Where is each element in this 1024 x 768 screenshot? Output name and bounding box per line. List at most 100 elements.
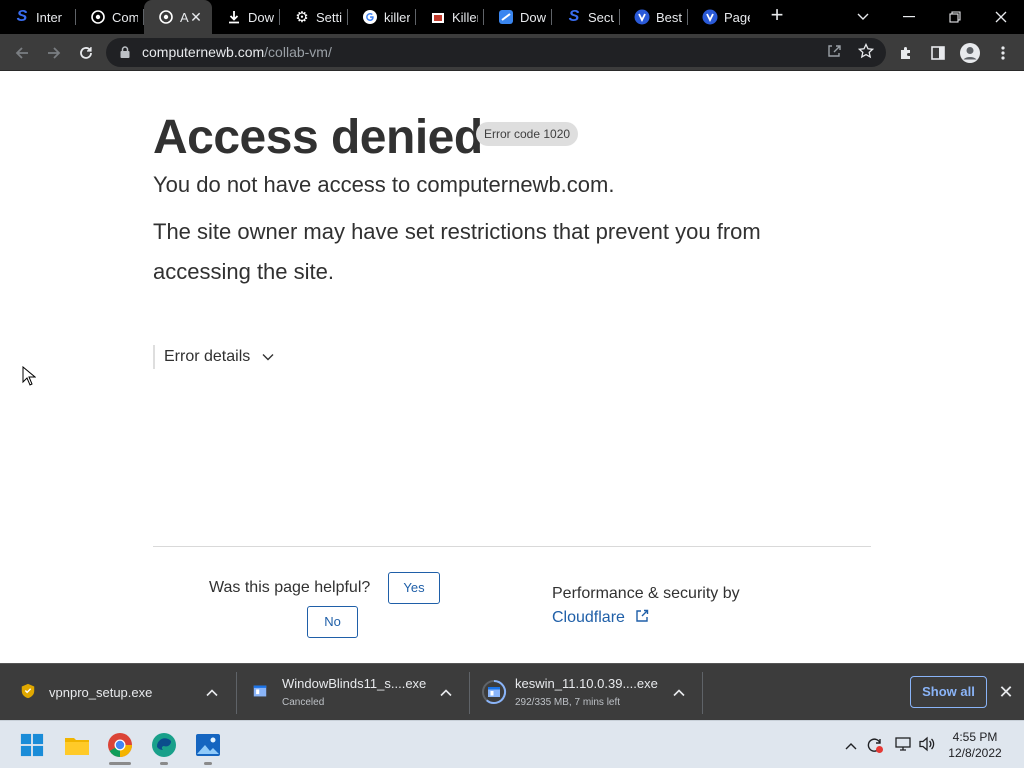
menu-button[interactable] [990, 40, 1016, 66]
tab-7[interactable]: Down [484, 0, 552, 34]
show-hidden-icons-icon[interactable] [842, 736, 860, 754]
extensions-button[interactable] [893, 40, 919, 66]
show-all-button[interactable]: Show all [910, 676, 987, 708]
installer-file-icon [253, 685, 267, 697]
forward-button[interactable] [41, 40, 67, 66]
tab-5[interactable]: killer [348, 0, 416, 34]
restore-button[interactable] [932, 0, 978, 34]
photos-icon[interactable] [195, 732, 221, 758]
running-app-indicator [204, 762, 212, 765]
close-tab-icon[interactable]: ✕ [188, 9, 204, 25]
windows-start-icon[interactable] [20, 733, 44, 757]
tab-strip: S Intern Comp A ✕ Down ⚙ Settin killer [0, 0, 1024, 34]
cloudflare-bot-icon [90, 9, 106, 25]
forward-arrow-icon [48, 47, 61, 59]
url-text[interactable]: computernewb.com/collab-vm/ [142, 44, 332, 60]
s-logo-icon: S [568, 8, 580, 25]
tab-title: Killer [452, 9, 478, 25]
reload-icon [80, 47, 92, 59]
volume-icon[interactable] [918, 736, 936, 754]
chevron-up-icon[interactable] [439, 686, 453, 700]
close-window-button[interactable] [978, 0, 1024, 34]
puzzle-icon [901, 47, 910, 59]
download-filename: WindowBlinds11_s....exe [282, 676, 427, 691]
back-button[interactable] [9, 40, 35, 66]
download-separator [702, 672, 703, 714]
page-title: Access denied [153, 111, 483, 164]
cloudflare-bot-icon [158, 9, 174, 25]
download-progress-icon [482, 679, 506, 704]
bookmark-star-icon[interactable] [856, 42, 876, 63]
tab-2-active[interactable]: A ✕ [144, 0, 212, 34]
download-item-0[interactable]: vpnpro_setup.exe [0, 664, 236, 721]
reload-button[interactable] [73, 40, 99, 66]
gear-icon: ⚙ [295, 9, 309, 26]
tab-8[interactable]: S Secur [552, 0, 620, 34]
tab-title: killer [384, 9, 410, 25]
side-panel-button[interactable] [925, 40, 951, 66]
address-bar[interactable]: computernewb.com/collab-vm/ [106, 38, 886, 67]
error-code-badge: Error code 1020 [476, 122, 579, 146]
tab-10[interactable]: Page [688, 0, 756, 34]
side-panel-icon [931, 46, 945, 60]
tab-search-button[interactable] [840, 0, 886, 34]
new-tab-button[interactable]: + [766, 4, 788, 27]
tab-title: Down [520, 9, 546, 25]
tab-0[interactable]: S Intern [0, 0, 76, 34]
tab-6[interactable]: Killer [416, 0, 484, 34]
cloudflare-link[interactable]: Cloudflare [552, 609, 649, 627]
more-vert-icon [1001, 46, 1005, 60]
mouse-cursor-icon [22, 366, 36, 386]
tab-title: Best [656, 9, 682, 25]
external-link-icon [636, 609, 649, 622]
chevron-up-icon[interactable] [205, 686, 219, 700]
minimize-button[interactable] [886, 0, 932, 34]
chrome-icon[interactable] [107, 732, 133, 758]
restriction-message: The site owner may have set restrictions… [153, 219, 761, 284]
download-item-2[interactable]: keswin_11.10.0.39....exe 292/335 MB, 7 m… [470, 664, 702, 721]
tab-title: Settin [316, 9, 342, 25]
clock-time: 4:55 PM [952, 730, 998, 744]
download-status: Canceled [282, 697, 325, 708]
no-button[interactable]: No [307, 606, 358, 638]
error-details-toggle[interactable]: Error details [153, 345, 275, 369]
v-logo-icon [634, 9, 650, 25]
download-item-1[interactable]: WindowBlinds11_s....exe Canceled [237, 664, 469, 721]
yes-button[interactable]: Yes [388, 572, 440, 604]
performance-label: Performance & security by [552, 585, 740, 602]
download-progress-text: 292/335 MB, 7 mins left [515, 697, 621, 708]
file-explorer-icon[interactable] [64, 732, 90, 758]
network-icon[interactable] [894, 736, 912, 754]
share-icon[interactable] [824, 43, 844, 63]
profile-button[interactable] [957, 40, 983, 66]
store-icon [430, 9, 446, 25]
tab-title: Comp [112, 9, 138, 25]
active-app-indicator [109, 762, 131, 765]
chevron-up-icon[interactable] [672, 686, 686, 700]
avatar-icon [960, 43, 980, 63]
error-details-label: Error details [164, 348, 251, 365]
v-logo-icon [702, 9, 718, 25]
google-icon [362, 9, 378, 25]
helpful-question: Was this page helpful? [209, 579, 371, 596]
download-icon [226, 9, 242, 25]
close-icon [995, 11, 1007, 23]
running-app-indicator [160, 762, 168, 765]
chevron-down-icon [857, 13, 869, 20]
back-arrow-icon [15, 47, 28, 59]
shield-app-icon [21, 683, 35, 699]
edge-beta-icon[interactable] [151, 732, 177, 758]
close-downloads-icon[interactable]: ✕ [997, 683, 1015, 701]
tab-1[interactable]: Comp [76, 0, 144, 34]
tab-3[interactable]: Down [212, 0, 280, 34]
windows-taskbar: 4:55 PM 12/8/2022 [0, 720, 1024, 768]
lock-icon[interactable] [118, 45, 132, 59]
system-clock[interactable]: 4:55 PM 12/8/2022 [940, 729, 1010, 761]
sync-alert-icon[interactable] [866, 736, 884, 754]
minimize-icon [903, 16, 915, 18]
download-filename: keswin_11.10.0.39....exe [515, 676, 658, 691]
tab-9[interactable]: Best [620, 0, 688, 34]
download-filename: vpnpro_setup.exe [49, 685, 153, 700]
tab-4[interactable]: ⚙ Settin [280, 0, 348, 34]
cloudflare-link-text: Cloudflare [552, 609, 625, 626]
